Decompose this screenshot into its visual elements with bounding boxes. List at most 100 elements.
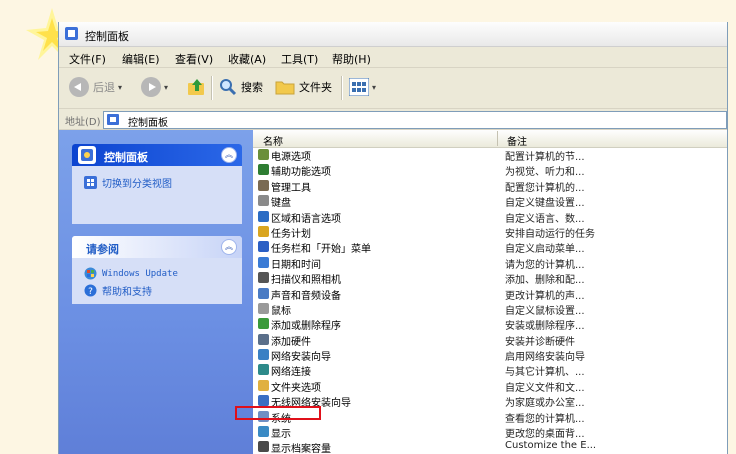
forward-arrow-icon	[141, 77, 161, 97]
up-button[interactable]	[187, 76, 207, 98]
chevron-down-icon[interactable]: ▾	[372, 83, 376, 92]
list-item[interactable]: 日期和时间 请为您的计算机...	[253, 255, 727, 271]
item-name: 键盘	[271, 198, 291, 210]
item-description: 添加、删除和配...	[505, 275, 585, 287]
category-view-icon	[84, 176, 97, 189]
item-icon	[258, 333, 269, 345]
collapse-icon[interactable]: ︽	[221, 239, 237, 255]
list-item[interactable]: 键盘 自定义键盘设置...	[253, 193, 727, 210]
item-name: 显示	[271, 429, 291, 441]
address-value: 控制面板	[128, 118, 168, 129]
toolbar-separator	[341, 76, 343, 100]
item-name: 区域和语言选项	[271, 213, 341, 225]
list-item[interactable]: 任务栏和「开始」菜单 自定义启动菜单...	[253, 239, 727, 256]
list-item[interactable]: 添加或删除程序 安装或删除程序...	[253, 316, 727, 333]
item-description: 更改您的桌面背...	[505, 429, 585, 441]
windows-update-link[interactable]: Windows Update	[84, 267, 234, 280]
search-button[interactable]: 搜索	[219, 76, 263, 98]
item-icon	[258, 225, 269, 237]
views-button[interactable]: ▾	[349, 76, 376, 98]
chevron-down-icon[interactable]: ▾	[118, 83, 122, 92]
item-name: 任务计划	[271, 228, 311, 240]
item-name: 日期和时间	[271, 259, 321, 271]
list-item[interactable]: 鼠标 自定义鼠标设置...	[253, 301, 727, 317]
item-description: 为视觉、听力和...	[505, 167, 585, 179]
highlight-box	[235, 406, 321, 420]
panel-header[interactable]: 控制面板 ︽	[72, 144, 242, 166]
list-item[interactable]: 扫描仪和照相机 添加、删除和配...	[253, 270, 727, 287]
item-name: 扫描仪和照相机	[271, 275, 341, 287]
forward-button[interactable]: ▾	[141, 76, 168, 98]
item-description: 安装或删除程序...	[505, 321, 585, 333]
item-description: 自定义键盘设置...	[505, 198, 585, 210]
help-support-link[interactable]: ? 帮助和支持	[84, 283, 234, 298]
control-panel-icon	[107, 114, 119, 125]
column-header: 名称 备注	[253, 130, 727, 148]
back-label: 后退	[93, 81, 115, 94]
item-description: 自定义鼠标设置...	[505, 305, 585, 317]
item-icon	[258, 210, 269, 222]
list-item[interactable]: 文件夹选项 自定义文件和文...	[253, 378, 727, 394]
toolbar-separator	[211, 76, 213, 100]
panel-header[interactable]: 请参阅 ︽	[72, 236, 242, 258]
list-item[interactable]: 系统 查看您的计算机...	[253, 409, 727, 425]
item-name: 任务栏和「开始」菜单	[271, 244, 371, 256]
item-description: 启用网络安装向导	[505, 352, 585, 364]
help-support-label: 帮助和支持	[102, 287, 152, 298]
address-bar: 地址(D) 控制面板	[59, 109, 727, 130]
folders-button[interactable]: 文件夹	[275, 76, 332, 98]
control-panel-icon	[65, 27, 78, 40]
chevron-down-icon[interactable]: ▾	[164, 83, 168, 92]
folder-icon	[275, 81, 295, 95]
column-divider[interactable]	[497, 131, 498, 146]
address-field[interactable]: 控制面板	[103, 111, 727, 129]
item-icon	[258, 441, 269, 453]
item-icon	[258, 256, 269, 268]
list-item[interactable]: 管理工具 配置您计算机的...	[253, 178, 727, 194]
switch-category-view-link[interactable]: 切换到分类视图	[84, 175, 234, 190]
item-name: 添加或删除程序	[271, 321, 341, 333]
list-item[interactable]: 添加硬件 安装并诊断硬件	[253, 332, 727, 348]
item-name: 添加硬件	[271, 336, 311, 348]
views-grid-icon	[349, 78, 369, 96]
list-item[interactable]: 网络安装向导 启用网络安装向导	[253, 347, 727, 364]
search-icon	[220, 79, 237, 96]
collapse-icon[interactable]: ︽	[221, 147, 237, 163]
item-description: 自定义启动菜单...	[505, 244, 585, 256]
item-icon	[258, 302, 269, 314]
list-item[interactable]: 区域和语言选项 自定义语言、数...	[253, 209, 727, 225]
list-item[interactable]: 电源选项 配置计算机的节...	[253, 147, 727, 163]
list-item[interactable]: 无线网络安装向导 为家庭或办公室...	[253, 393, 727, 410]
item-icon	[258, 179, 269, 191]
list-item[interactable]: 显示 更改您的桌面背...	[253, 424, 727, 441]
menu-help[interactable]: 帮助(H)	[332, 51, 371, 67]
list-item[interactable]: 网络连接 与其它计算机、...	[253, 362, 727, 378]
item-icon	[258, 195, 269, 207]
item-icon	[258, 164, 269, 176]
item-rows: 电源选项 配置计算机的节... 辅助功能选项 为视觉、听力和... 管理工具 配置您计算机…	[253, 147, 727, 454]
column-name[interactable]: 名称	[263, 133, 283, 148]
menu-view[interactable]: 查看(V)	[175, 51, 213, 67]
menu-tools[interactable]: 工具(T)	[281, 51, 318, 67]
toolbar: 后退 ▾ ▾ 搜索 文件夹 ▾	[59, 68, 727, 109]
menu-favorites[interactable]: 收藏(A)	[228, 51, 266, 67]
item-description: 为家庭或办公室...	[505, 398, 585, 410]
column-comment[interactable]: 备注	[507, 133, 527, 148]
svg-text:?: ?	[88, 287, 93, 297]
item-icon	[258, 426, 269, 438]
list-item[interactable]: 声音和音频设备 更改计算机的声...	[253, 286, 727, 302]
back-button[interactable]: 后退 ▾	[69, 76, 122, 98]
list-item[interactable]: 任务计划 安排自动运行的任务	[253, 224, 727, 240]
item-name: 文件夹选项	[271, 382, 321, 394]
item-name: 网络安装向导	[271, 352, 331, 364]
item-icon	[258, 379, 269, 391]
list-item[interactable]: 辅助功能选项 为视觉、听力和...	[253, 162, 727, 179]
item-description: 安装并诊断硬件	[505, 336, 575, 348]
item-icon	[258, 395, 269, 407]
item-icon	[258, 149, 269, 160]
list-item[interactable]: 显示档案容量 Customize the E...	[253, 439, 727, 454]
item-description: 请为您的计算机...	[505, 259, 585, 271]
menu-file[interactable]: 文件(F)	[69, 51, 106, 67]
menu-edit[interactable]: 编辑(E)	[122, 51, 160, 67]
window-title: 控制面板	[85, 30, 129, 43]
